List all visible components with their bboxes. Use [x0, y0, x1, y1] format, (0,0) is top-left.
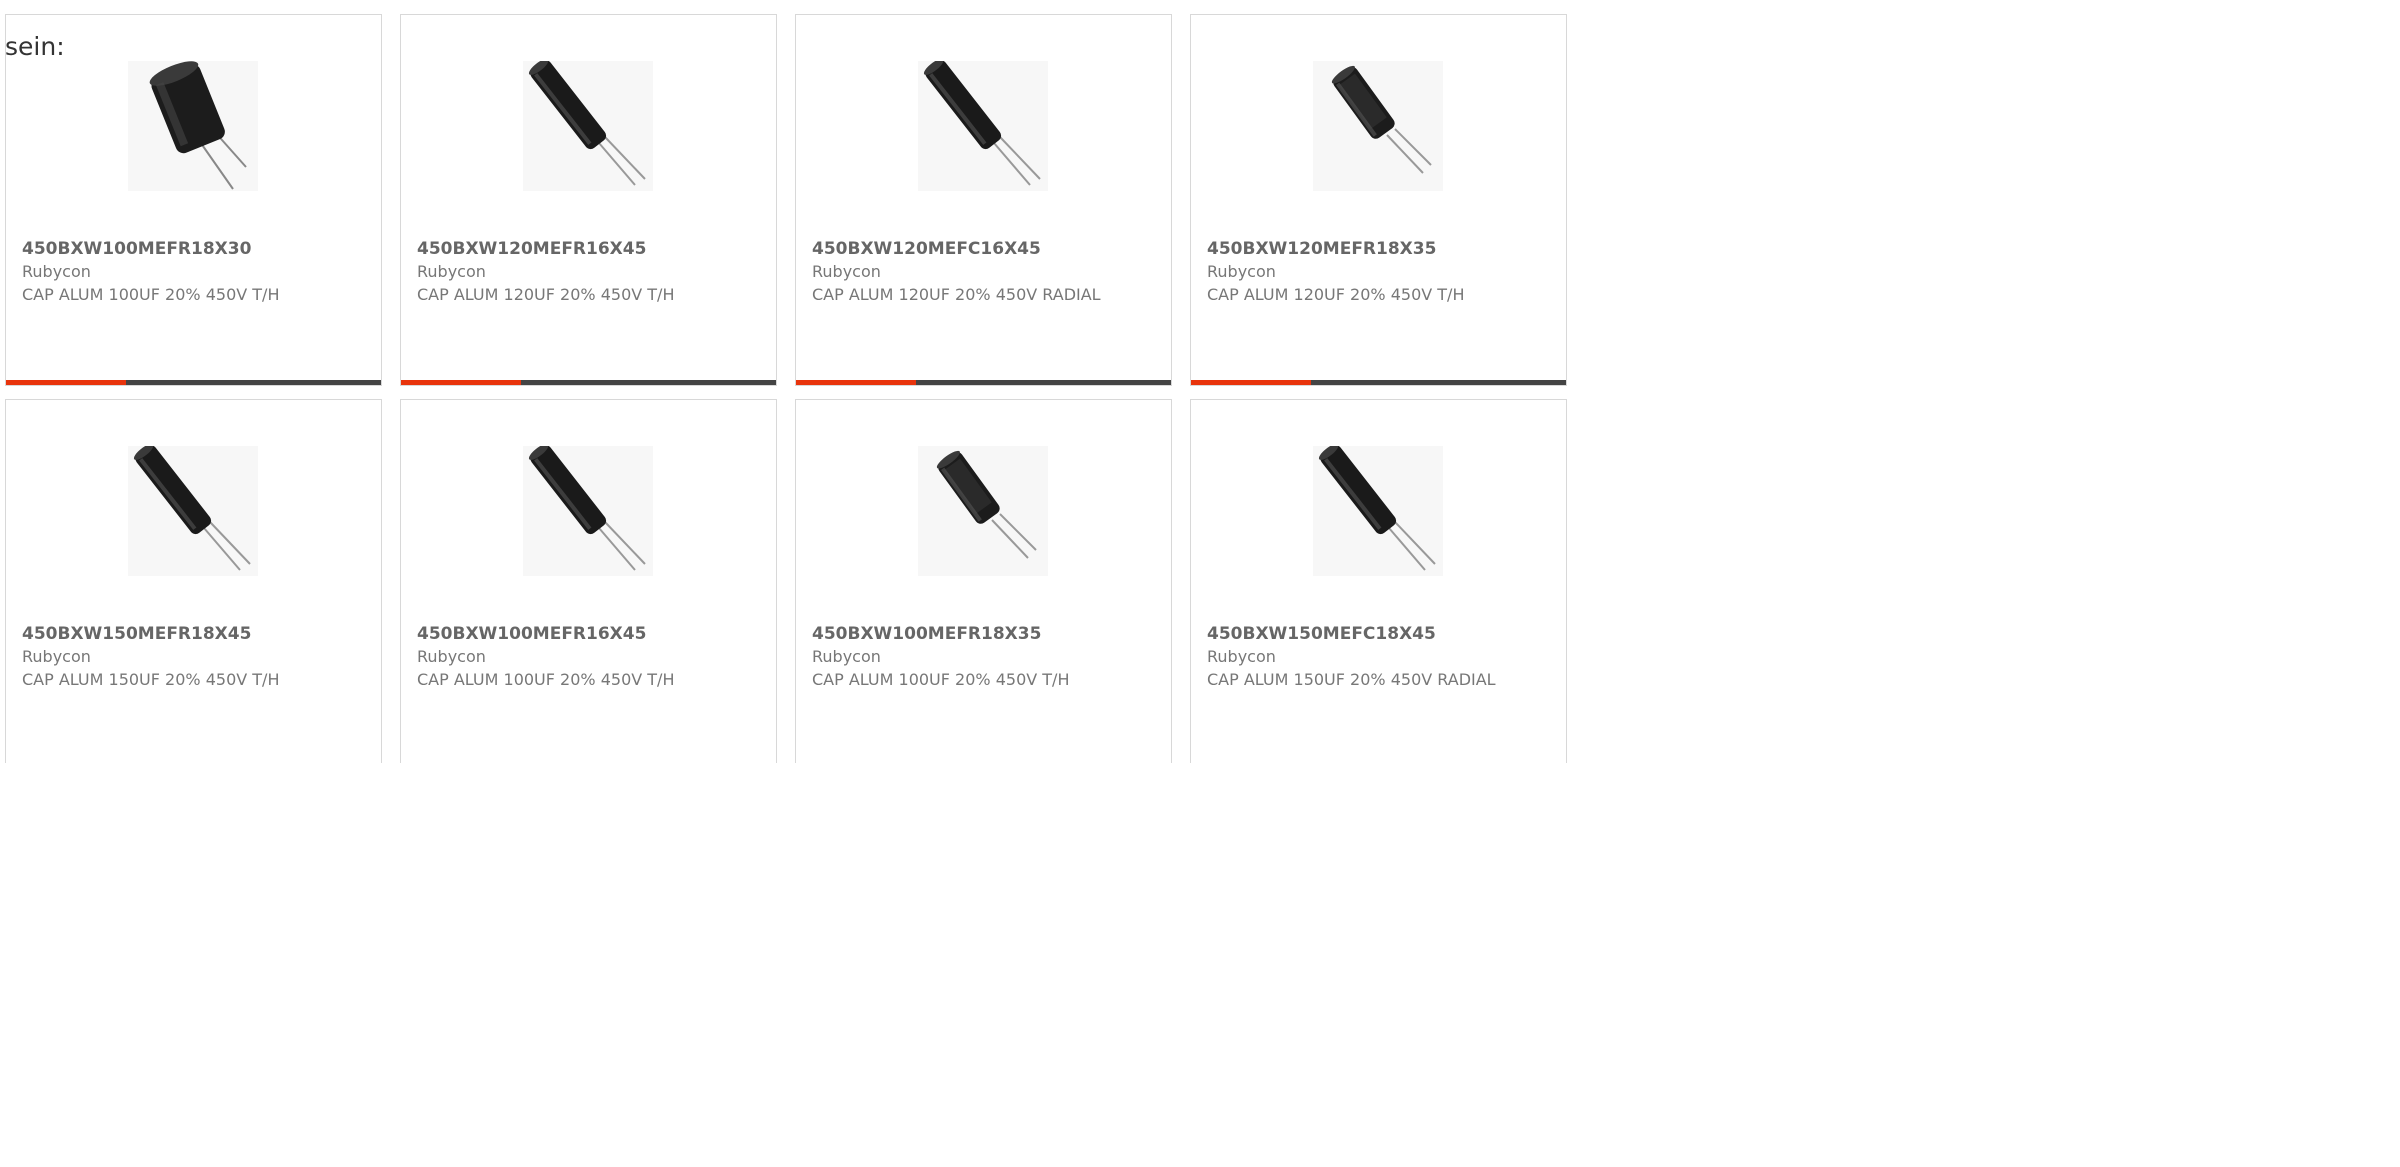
description: CAP ALUM 120UF 20% 450V T/H — [417, 285, 675, 304]
product-card[interactable]: 450BXW100MEFR18X35 Rubycon CAP ALUM 100U… — [795, 399, 1172, 763]
manufacturer: Rubycon — [417, 262, 486, 281]
part-number[interactable]: 450BXW120MEFR18X35 — [1207, 239, 1436, 259]
manufacturer: Rubycon — [1207, 262, 1276, 281]
manufacturer: Rubycon — [1207, 647, 1276, 666]
part-number[interactable]: 450BXW100MEFR18X35 — [812, 624, 1041, 644]
card-bar-accent — [1191, 380, 1311, 385]
card-bar-accent — [6, 380, 126, 385]
manufacturer: Rubycon — [812, 262, 881, 281]
description: CAP ALUM 120UF 20% 450V RADIAL — [812, 285, 1101, 304]
part-number[interactable]: 450BXW100MEFR16X45 — [417, 624, 646, 644]
description: CAP ALUM 100UF 20% 450V T/H — [22, 285, 280, 304]
capacitor-medium-icon — [936, 450, 1037, 559]
card-bar-accent — [796, 380, 916, 385]
part-number[interactable]: 450BXW100MEFR18X30 — [22, 239, 251, 259]
description: CAP ALUM 100UF 20% 450V T/H — [812, 670, 1070, 689]
description: CAP ALUM 150UF 20% 450V T/H — [22, 670, 280, 689]
part-number[interactable]: 450BXW150MEFR18X45 — [22, 624, 251, 644]
part-number[interactable]: 450BXW120MEFC16X45 — [812, 239, 1041, 259]
capacitor-image[interactable] — [128, 61, 258, 191]
capacitor-long-icon — [528, 446, 646, 571]
manufacturer: Rubycon — [22, 647, 91, 666]
product-card[interactable]: 450BXW120MEFC16X45 Rubycon CAP ALUM 120U… — [795, 14, 1172, 386]
card-bar — [6, 380, 381, 385]
capacitor-image[interactable] — [1313, 61, 1443, 191]
description: CAP ALUM 100UF 20% 450V T/H — [417, 670, 675, 689]
capacitor-image[interactable] — [523, 61, 653, 191]
part-number[interactable]: 450BXW120MEFR16X45 — [417, 239, 646, 259]
product-card[interactable]: 450BXW120MEFR18X35 Rubycon CAP ALUM 120U… — [1190, 14, 1567, 386]
capacitor-medium-icon — [1331, 65, 1432, 174]
capacitor-short-thick-icon — [149, 61, 247, 190]
manufacturer: Rubycon — [417, 647, 486, 666]
capacitor-image[interactable] — [1313, 446, 1443, 576]
capacitor-image[interactable] — [523, 446, 653, 576]
product-card[interactable]: 450BXW100MEFR16X45 Rubycon CAP ALUM 100U… — [400, 399, 777, 763]
capacitor-image[interactable] — [128, 446, 258, 576]
page: sein: 450BXW100MEFR18X30 Rubycon CAP ALU… — [0, 0, 1568, 763]
manufacturer: Rubycon — [812, 647, 881, 666]
manufacturer: Rubycon — [22, 262, 91, 281]
card-bar — [401, 380, 776, 385]
capacitor-long-icon — [133, 446, 251, 571]
capacitor-long-icon — [1318, 446, 1436, 571]
capacitor-long-icon — [528, 61, 646, 186]
description: CAP ALUM 150UF 20% 450V RADIAL — [1207, 670, 1496, 689]
part-number[interactable]: 450BXW150MEFC18X45 — [1207, 624, 1436, 644]
card-bar — [796, 380, 1171, 385]
capacitor-image[interactable] — [918, 61, 1048, 191]
product-card[interactable]: 450BXW120MEFR16X45 Rubycon CAP ALUM 120U… — [400, 14, 777, 386]
capacitor-long-icon — [923, 61, 1041, 186]
description: CAP ALUM 120UF 20% 450V T/H — [1207, 285, 1465, 304]
intro-text: sein: — [5, 32, 65, 61]
product-card[interactable]: 450BXW150MEFR18X45 Rubycon CAP ALUM 150U… — [5, 399, 382, 763]
capacitor-image[interactable] — [918, 446, 1048, 576]
product-card[interactable]: 450BXW150MEFC18X45 Rubycon CAP ALUM 150U… — [1190, 399, 1567, 763]
product-card[interactable]: 450BXW100MEFR18X30 Rubycon CAP ALUM 100U… — [5, 14, 382, 386]
card-bar-accent — [401, 380, 521, 385]
card-bar — [1191, 380, 1566, 385]
